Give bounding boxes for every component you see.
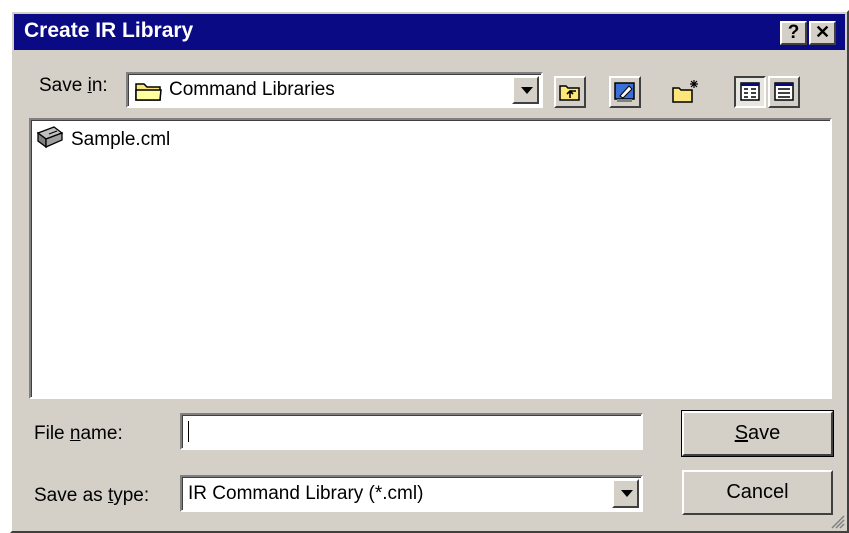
cml-file-icon: [34, 125, 66, 151]
details-view-icon: [770, 78, 798, 106]
save-in-value: Command Libraries: [169, 79, 335, 100]
save-button[interactable]: Save: [681, 410, 834, 457]
up-one-level-icon: [556, 78, 584, 106]
file-name-label: Sample.cml: [71, 129, 171, 150]
save-as-type-dropdown-arrow[interactable]: [612, 479, 639, 508]
window-title: Create IR Library: [24, 19, 194, 42]
save-in-dropdown-arrow[interactable]: [512, 76, 539, 104]
file-name-label: File name:: [34, 423, 123, 444]
save-in-label: Save in:: [39, 75, 108, 96]
list-view-icon: [736, 78, 764, 106]
folder-icon: [134, 79, 164, 103]
list-view-button[interactable]: [734, 76, 766, 108]
create-new-folder-button[interactable]: [668, 76, 700, 108]
view-desktop-icon: [611, 78, 639, 106]
create-new-folder-icon: [670, 78, 698, 106]
resize-grip-icon[interactable]: [829, 513, 845, 529]
create-ir-library-dialog: Create IR Library ? ✕ Save in: Command L…: [10, 10, 849, 533]
file-name-input[interactable]: [180, 413, 643, 450]
title-bar[interactable]: Create IR Library ? ✕: [14, 14, 845, 50]
help-button[interactable]: ?: [780, 21, 807, 45]
desktop-button[interactable]: [609, 76, 641, 108]
cancel-button[interactable]: Cancel: [682, 470, 833, 515]
close-button[interactable]: ✕: [809, 21, 836, 45]
up-one-level-button[interactable]: [554, 76, 586, 108]
save-in-dropdown[interactable]: Command Libraries: [126, 72, 543, 108]
save-as-type-label: Save as type:: [34, 485, 150, 506]
details-view-button[interactable]: [768, 76, 800, 108]
save-as-type-value: IR Command Library (*.cml): [188, 483, 424, 504]
text-cursor: [188, 421, 189, 442]
save-as-type-dropdown[interactable]: IR Command Library (*.cml): [180, 475, 643, 512]
file-list[interactable]: Sample.cml: [29, 118, 832, 399]
